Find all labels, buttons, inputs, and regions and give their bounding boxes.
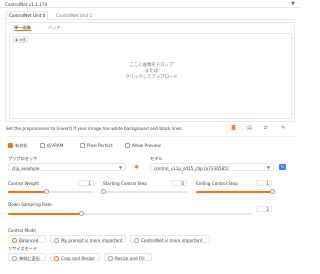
preprocessor-hint: Set the preprocessor to [invert] If your… [6,126,183,131]
resize-mode-just-resize[interactable]: 単純に変形 [8,253,46,261]
checkbox-icon[interactable] [40,142,45,148]
model-value: control_v11p_sd15_clip [a7236585] [154,165,229,171]
drop-text-line-3: クリックしてアップロード [125,75,178,80]
starting-step-label: Starting Control Step [103,181,148,186]
ending-step-slider[interactable] [196,189,275,195]
accordion-title: ControlNet v1.1.174 [5,1,48,7]
control-weight-slider[interactable] [8,189,94,195]
preprocessor-value: clip_example [12,165,40,171]
model-label: モデル [150,156,163,161]
slider-handle[interactable] [269,189,275,195]
chevron-down-icon: ▼ [266,165,270,170]
control-mode-prompt-important[interactable]: My prompt is more important [50,235,126,243]
radio-icon[interactable] [134,238,139,243]
resize-mode-crop-and-resize[interactable]: Crop and Resize [50,253,100,261]
ending-step-input[interactable]: 1 [256,180,272,186]
divider [5,136,295,137]
checkbox-icon[interactable] [125,142,130,148]
tab-unit-0[interactable]: ControlNet Unit 0 [6,11,49,20]
checkbox-icon[interactable] [80,142,85,148]
unit-tab-bar: ControlNet Unit 0 ControlNet Unit 1 [4,10,296,20]
clipboard-icon[interactable]: ▤ [246,126,253,131]
radio-icon[interactable] [12,256,17,261]
pencil-icon[interactable]: ✎ [280,126,287,131]
radio-selected-icon[interactable] [12,238,17,243]
controlnet-accordion-header[interactable]: ControlNet v1.1.174 ▼ [0,0,300,8]
down-sampling-slider[interactable] [8,211,252,217]
down-sampling-input[interactable]: 2 [256,206,272,212]
resize-mode-label: リサイズモード [8,246,38,251]
subtab-single-image[interactable]: 単一画像 [14,25,31,31]
refresh-icon[interactable]: ↻ [279,164,286,170]
subtab-batch[interactable]: バッチ [48,25,61,30]
tab-unit-1[interactable]: ControlNet Unit 1 [56,13,92,18]
ending-step-label: Ending Control Step [196,181,238,186]
radio-selected-icon[interactable] [54,256,59,261]
starting-step-input[interactable]: 0 [171,180,187,186]
control-mode-controlnet-important[interactable]: ControlNet is more important [130,235,210,243]
down-sampling-label: Down Sampling Rate [8,202,52,207]
enable-checkbox[interactable]: 有効化 [8,142,28,148]
swap-icon[interactable]: ⇄ [262,126,269,131]
control-weight-input[interactable]: 1 [78,180,94,186]
preprocessor-select[interactable]: clip_example ▼ [8,163,126,171]
allow-preview-checkbox[interactable]: Allow Preview [125,142,161,148]
checkbox-checked-icon[interactable] [8,142,13,148]
pixel-perfect-checkbox[interactable]: Pixel Perfect [80,142,113,148]
image-icon: ▣ [15,38,19,42]
control-mode-label: Control Mode [8,228,36,233]
image-dropzone[interactable]: ▣ 画像 ここに画像をドロップ -または- クリックしてアップロード [9,33,292,119]
preprocessor-label: プリプロセッサ [8,156,38,161]
control-mode-balanced[interactable]: Balanced [8,235,46,243]
resize-mode-resize-and-fill[interactable]: Resize and Fill [104,253,152,261]
triangle-down-icon[interactable]: ▼ [291,1,295,7]
radio-icon[interactable] [54,238,59,243]
slider-handle[interactable] [100,189,106,195]
explosion-icon[interactable]: ✸ [134,164,139,171]
starting-step-slider[interactable] [100,189,187,195]
low-vram-checkbox[interactable]: 低VRAM [40,142,63,148]
image-label: ▣ 画像 [13,36,29,43]
image-input-panel: 単一画像 バッチ ▣ 画像 ここに画像をドロップ -または- クリックしてアップ… [5,22,295,122]
camera-icon[interactable]: ◙ [230,126,237,131]
slider-handle[interactable] [44,189,50,195]
slider-handle[interactable] [78,211,84,217]
model-select[interactable]: control_v11p_sd15_clip [a7236585] ▼ [150,163,274,171]
chevron-down-icon: ▼ [118,165,122,170]
radio-icon[interactable] [108,256,113,261]
control-weight-label: Control Weight [8,181,40,186]
